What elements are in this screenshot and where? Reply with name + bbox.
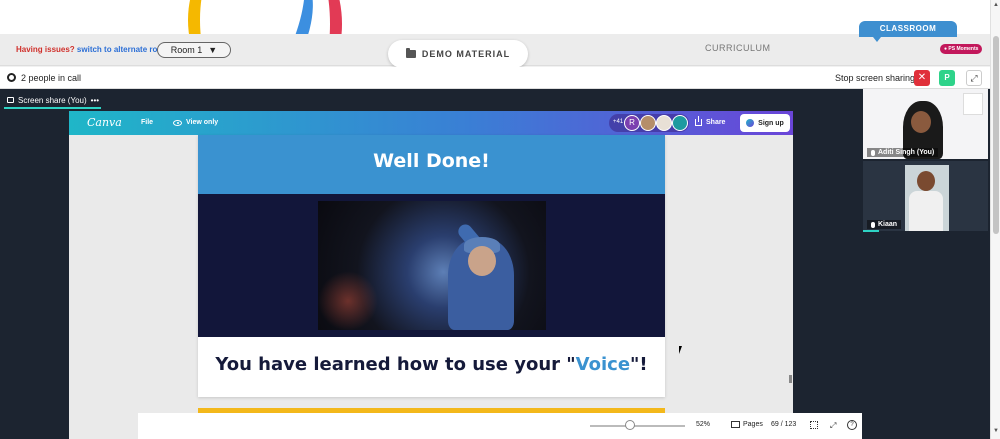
ps-moments-button[interactable]: ● PS Moments (940, 44, 983, 54)
resize-handle[interactable] (789, 375, 792, 383)
people-count: 2 people in call (21, 73, 82, 83)
screen-share-tab[interactable]: Screen share (You) ••• (4, 93, 101, 109)
share-icon (695, 116, 702, 126)
ps-moments-label: PS Moments (948, 46, 979, 52)
canva-logo[interactable]: Canva (87, 116, 122, 129)
view-only-label: View only (186, 119, 219, 126)
pages-button[interactable]: Pages (731, 421, 763, 428)
expand-icon[interactable]: ⤢ (966, 70, 982, 86)
room-tab-bar: Having issues? switch to alternate room … (0, 21, 990, 68)
tab-demo-material[interactable]: DEMO MATERIAL (388, 40, 528, 68)
help-icon[interactable]: ? (847, 420, 857, 430)
slide: Well Done! You have learned how to use y… (198, 135, 665, 397)
top-decoration (0, 0, 990, 34)
participant-tile[interactable]: Aditi Singh (You) (863, 89, 988, 159)
more-icon[interactable]: ••• (91, 96, 99, 105)
grid-view-icon[interactable] (810, 421, 818, 429)
eye-icon (173, 119, 182, 126)
share-button[interactable]: Share (695, 116, 726, 126)
gif-glow (318, 271, 378, 330)
page: Having issues? switch to alternate room … (0, 0, 1000, 439)
celebration-gif (318, 201, 546, 330)
participants-panel: Aditi Singh (You) Kiaan (862, 89, 990, 439)
decorative-arc-red (282, 0, 342, 34)
slide-message-end: "! (630, 354, 648, 375)
scroll-down-icon[interactable]: ▼ (993, 428, 999, 434)
room-select-value: Room 1 (170, 45, 203, 55)
mic-icon (871, 221, 875, 228)
canva-canvas: Well Done! You have learned how to use y… (69, 135, 862, 439)
participant-name: Aditi Singh (You) (867, 148, 939, 157)
canva-toolbar: Canva File View only +41 R Share Sign up (69, 111, 793, 135)
scroll-up-icon[interactable]: ▲ (993, 2, 999, 8)
avatar[interactable]: R (624, 115, 640, 131)
participant-name-text: Aditi Singh (You) (878, 149, 935, 156)
participant-face (917, 171, 935, 191)
mic-icon (871, 149, 875, 156)
issues-text: Having issues? (16, 45, 75, 54)
participant-face (911, 111, 931, 133)
participant-name-text: Kiaan (878, 221, 898, 228)
screen-icon (7, 97, 14, 103)
caret-down-icon: ▼ (208, 45, 218, 55)
avatar-count: +41 (613, 119, 624, 125)
sign-up-label: Sign up (758, 119, 784, 127)
gear-icon[interactable] (7, 73, 16, 82)
pages-label: Pages (743, 421, 763, 428)
view-only-button[interactable]: View only (173, 119, 218, 126)
participant-name: Kiaan (867, 220, 902, 229)
issues-notice: Having issues? switch to alternate room (16, 45, 169, 54)
background-poster (963, 93, 983, 115)
tab-curriculum[interactable]: CURRICULUM (705, 43, 771, 53)
slide-title: Well Done! (198, 135, 665, 194)
tab-classroom[interactable]: CLASSROOM (859, 21, 957, 42)
call-bar: 2 people in call Stop screen sharing ✕ P… (0, 67, 990, 89)
page-scrollbar[interactable]: ▲ ▼ (990, 0, 1000, 439)
alternate-room-link[interactable]: switch to alternate room (77, 45, 169, 54)
zoom-value[interactable]: 52% (696, 421, 710, 428)
avatar[interactable] (672, 115, 688, 131)
slide-message-start: You have learned how to use your " (215, 354, 576, 375)
room-select[interactable]: Room 1 ▼ (157, 42, 231, 58)
participant-tile[interactable]: Kiaan (863, 161, 988, 231)
avatar[interactable] (640, 115, 656, 131)
tab-demo-material-label: DEMO MATERIAL (421, 49, 511, 59)
fullscreen-icon[interactable]: ⤢ (830, 421, 836, 431)
pages-icon (731, 421, 740, 428)
canva-bottom-bar: 52% Pages 69 / 123 ⤢ ? (138, 413, 862, 439)
mouse-cursor-icon (679, 346, 685, 354)
slide-media-area (198, 194, 665, 337)
slide-message-highlight: Voice (575, 354, 631, 375)
scrollbar-thumb[interactable] (993, 36, 999, 234)
stop-sharing-label: Stop screen sharing (835, 73, 916, 83)
zoom-slider[interactable] (590, 425, 685, 427)
page-count: 69 / 123 (771, 421, 797, 428)
canva-c-icon (746, 119, 755, 127)
gif-head (468, 246, 496, 276)
stop-sharing-button[interactable]: ✕ (914, 70, 930, 86)
p-button[interactable]: P (939, 70, 955, 86)
screen-share-label: Screen share (You) (18, 95, 87, 105)
avatar[interactable] (656, 115, 672, 131)
folder-icon (405, 48, 416, 58)
active-speaker-indicator (863, 230, 879, 232)
slide-message: You have learned how to use your "Voice"… (198, 337, 665, 397)
zoom-slider-thumb[interactable] (624, 420, 635, 430)
share-label: Share (706, 119, 726, 126)
participant-body (909, 191, 943, 231)
file-menu[interactable]: File (141, 119, 153, 126)
collaborator-avatars[interactable]: +41 R (609, 114, 689, 132)
sign-up-button[interactable]: Sign up (740, 114, 790, 132)
screen-share-stage: Screen share (You) ••• Canva File View o… (0, 89, 862, 439)
